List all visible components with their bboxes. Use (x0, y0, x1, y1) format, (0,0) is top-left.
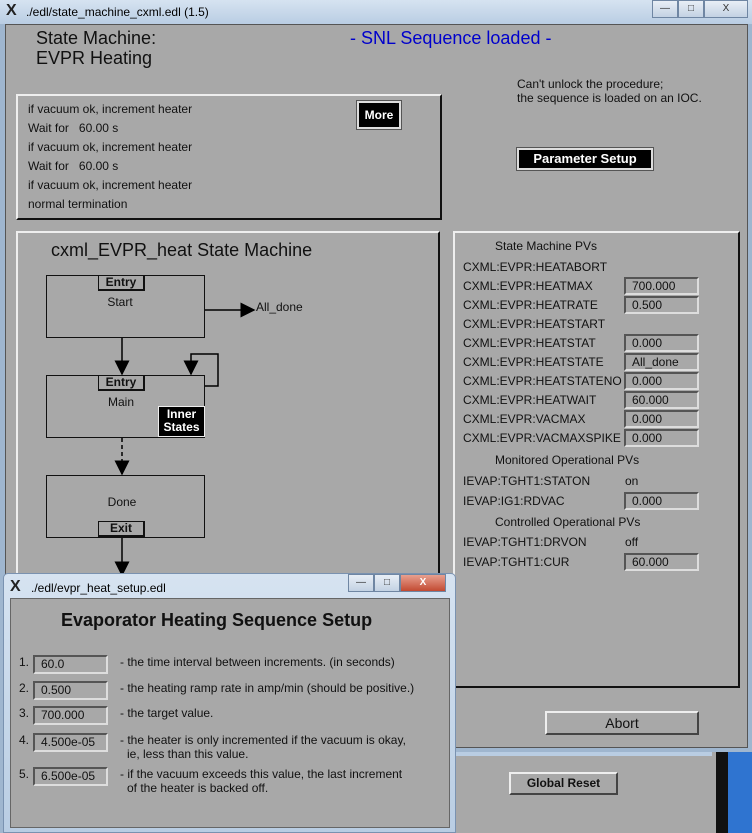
pv-value: 0.500 (624, 296, 699, 314)
pv-value: 0.000 (624, 429, 699, 447)
pv-name: CXML:EVPR:HEATSTATE (463, 355, 604, 369)
x-logo-icon: X (10, 578, 21, 595)
controlled-pvs-header: Controlled Operational PVs (495, 515, 641, 529)
maximize-button[interactable]: □ (678, 0, 704, 18)
pv-name: CXML:EVPR:HEATSTART (463, 317, 606, 331)
setup-window-title: ./edl/evpr_heat_setup.edl (31, 581, 166, 595)
param-input[interactable]: 60.0 (33, 655, 108, 674)
param-description: - if the vacuum exceeds this value, the … (120, 767, 403, 781)
param-number: 3. (19, 706, 30, 720)
pv-name: CXML:EVPR:VACMAX (463, 412, 586, 426)
setup-minimize-button[interactable]: — (348, 574, 374, 592)
param-description-cont: ie, less than this value. (127, 747, 249, 761)
sm-pvs-header: State Machine PVs (495, 239, 598, 253)
setup-maximize-button[interactable]: □ (374, 574, 400, 592)
setup-close-button[interactable]: X (400, 574, 446, 592)
param-input[interactable]: 4.500e-05 (33, 733, 108, 752)
param-number: 4. (19, 733, 30, 747)
param-description: - the target value. (120, 706, 214, 720)
pv-name: CXML:EVPR:VACMAXSPIKE (463, 431, 621, 445)
pv-status: on (625, 474, 639, 488)
monitored-pvs-header: Monitored Operational PVs (495, 453, 640, 467)
parameter-setup-button[interactable]: Parameter Setup (516, 147, 654, 171)
pv-value: 0.000 (624, 410, 699, 428)
arrow-main-loop (183, 353, 219, 387)
param-description: - the heating ramp rate in amp/min (shou… (120, 681, 415, 695)
abort-button[interactable]: Abort (545, 711, 699, 735)
setup-heading: Evaporator Heating Sequence Setup (61, 610, 373, 630)
pv-name: IEVAP:TGHT1:STATON (463, 474, 591, 488)
pv-value: 60.000 (624, 553, 699, 571)
pv-name: IEVAP:TGHT1:CUR (463, 555, 570, 569)
pv-name: CXML:EVPR:HEATABORT (463, 260, 608, 274)
pv-name: CXML:EVPR:HEATSTAT (463, 336, 596, 350)
minimize-button[interactable]: — (652, 0, 678, 18)
pv-value: 0.000 (624, 492, 699, 510)
pv-name: IEVAP:IG1:RDVAC (463, 494, 565, 508)
param-number: 1. (19, 655, 30, 669)
param-input[interactable]: 700.000 (33, 706, 108, 725)
param-input[interactable]: 6.500e-05 (33, 767, 108, 786)
pv-name: CXML:EVPR:HEATSTATENO (463, 374, 622, 388)
global-reset-button[interactable]: Global Reset (509, 772, 618, 795)
lock-message-2: the sequence is loaded on an IOC. (517, 91, 702, 105)
param-description-cont: of the heater is backed off. (127, 781, 269, 795)
param-number: 5. (19, 767, 30, 781)
param-description: - the time interval between increments. … (120, 655, 395, 669)
pv-value: 60.000 (624, 391, 699, 409)
pv-name: CXML:EVPR:HEATRATE (463, 298, 598, 312)
pv-name: IEVAP:TGHT1:DRVON (463, 535, 587, 549)
pv-value: All_done (624, 353, 699, 371)
param-input[interactable]: 0.500 (33, 681, 108, 700)
lock-message-1: Can't unlock the procedure; (517, 77, 664, 91)
close-button[interactable]: X (704, 0, 748, 18)
desktop-strip (728, 752, 752, 833)
pv-name: CXML:EVPR:HEATWAIT (463, 393, 597, 407)
pv-value: 0.000 (624, 372, 699, 390)
pv-name: CXML:EVPR:HEATMAX (463, 279, 593, 293)
transition-arrows (114, 302, 256, 577)
pv-value: 0.000 (624, 334, 699, 352)
pv-status: off (625, 535, 639, 549)
pv-value: 700.000 (624, 277, 699, 295)
param-description: - the heater is only incremented if the … (120, 733, 406, 747)
param-number: 2. (19, 681, 30, 695)
